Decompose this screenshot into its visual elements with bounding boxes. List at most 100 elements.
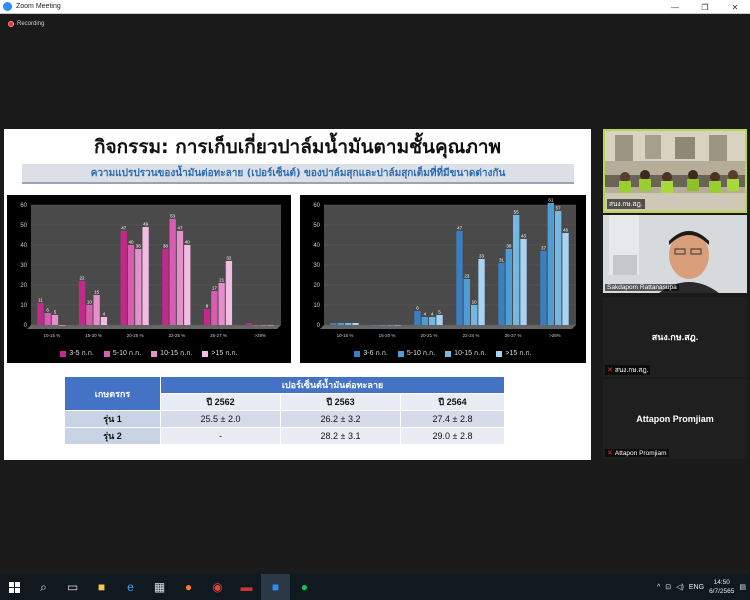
file-explorer-icon[interactable]: ■	[87, 574, 116, 600]
recording-indicator[interactable]: Recording	[8, 21, 44, 27]
x-tick-label: 20-25 %	[127, 333, 144, 338]
data-label: 47	[457, 226, 463, 231]
window-titlebar: Zoom Meeting — ❐ ✕	[0, 0, 750, 14]
data-label: 10	[472, 300, 478, 305]
table-row-header: เกษตรกร	[64, 376, 161, 411]
data-label: 47	[121, 226, 127, 231]
bar	[252, 325, 260, 326]
data-label: 55	[514, 210, 520, 215]
bar	[267, 325, 274, 326]
data-label: 46	[563, 228, 569, 233]
line-icon[interactable]: ●	[290, 574, 319, 600]
x-tick-label: 10-15 %	[43, 333, 60, 338]
y-tick-label: 50	[313, 223, 320, 229]
y-tick-label: 40	[20, 243, 27, 249]
bar	[127, 245, 135, 325]
network-icon[interactable]: ⊡	[665, 583, 671, 591]
legend-label: 5-10 ก.ก.	[406, 350, 436, 357]
bar	[456, 231, 463, 325]
mic-muted-icon: ✕	[607, 367, 613, 374]
notifications-icon[interactable]: ▤	[739, 583, 746, 591]
legend-item: 3-6 ก.ก.	[354, 348, 388, 359]
store-icon[interactable]: ▦	[145, 574, 174, 600]
maximize-button[interactable]: ❐	[690, 0, 720, 14]
data-label: 15	[94, 290, 100, 295]
x-tick-label: 10-15 %	[337, 333, 354, 338]
chevron-up-icon[interactable]: ^	[657, 584, 660, 591]
table-row: รุ่น 2 - 28.2 ± 3.1 29.0 ± 2.8	[64, 427, 505, 445]
bar	[245, 323, 252, 325]
volume-icon[interactable]: ◁)	[676, 583, 684, 591]
bar	[540, 251, 547, 325]
plot-floor	[320, 325, 576, 329]
data-label: 38	[163, 244, 169, 249]
bar	[78, 281, 86, 325]
task-view-icon[interactable]: ▭	[58, 574, 87, 600]
bar	[211, 291, 218, 325]
chrome-icon[interactable]: ◉	[203, 574, 232, 600]
search-icon[interactable]: ⌕	[29, 574, 58, 600]
table-year-header: ปี 2562	[160, 393, 281, 411]
close-button[interactable]: ✕	[720, 0, 750, 14]
oil-percentage-table: เกษตรกร เปอร์เซ็นต์น้ำมันต่อทะลาย ปี 256…	[64, 376, 505, 445]
chart-right-legend: 3-6 ก.ก. 5-10 ก.ก. 10-15 ก.ก. >15 ก.ก.	[300, 348, 586, 359]
bar	[203, 309, 211, 325]
legend-item: >15 ก.ก.	[202, 348, 238, 359]
x-tick-label: 25-27 %	[505, 333, 522, 338]
participant-name: Sakdapom Rattanasupa	[605, 284, 679, 291]
clock-date: 6/7/2565	[709, 588, 735, 595]
participant-name: ✕ Attapon Promjiam	[605, 449, 669, 457]
plot-floor	[27, 325, 281, 329]
zoom-taskbar-icon[interactable]: ■	[261, 574, 290, 600]
language-indicator[interactable]: ENG	[689, 584, 704, 591]
app-icon[interactable]: ▬	[232, 574, 261, 600]
bar	[218, 283, 225, 325]
participant-tile[interactable]: สนง.กษ.สฎ.	[603, 129, 747, 213]
data-label: 11	[38, 298, 43, 303]
clock[interactable]: 14:50 6/7/2565	[709, 578, 734, 596]
table-year-header: ปี 2563	[280, 393, 401, 411]
x-tick-label: 15-20 %	[379, 333, 396, 338]
bar	[169, 219, 176, 325]
data-label: 57	[556, 206, 562, 211]
x-tick-label: 25-27 %	[210, 333, 227, 338]
x-tick-label: 22-24 %	[463, 333, 480, 338]
bar	[162, 249, 169, 325]
participant-tile[interactable]: สนง.กษ.สฎ. ✕ สนง.กษ.สฎ.	[603, 297, 747, 377]
data-label: 38	[506, 244, 512, 249]
participant-tile[interactable]: Sakdapom Rattanasupa	[603, 215, 747, 293]
data-label: 40	[185, 240, 191, 245]
table-cell: 29.0 ± 2.8	[400, 427, 505, 445]
bar	[44, 313, 51, 325]
y-tick-label: 20	[20, 283, 27, 289]
data-label: 17	[212, 286, 218, 291]
bar	[547, 203, 554, 325]
chart-right-plot: 010203040506010-15 % 15-20 %64 4 520-21 %47…	[313, 198, 576, 338]
edge-icon[interactable]: e	[116, 574, 145, 600]
x-tick-label: 22-25 %	[168, 333, 185, 338]
firefox-icon[interactable]: ●	[174, 574, 203, 600]
bar	[135, 249, 142, 325]
data-label: 21	[219, 278, 225, 283]
chart-left-plot: 0102030405060116 510-15 %221015415-20 %47…	[20, 203, 281, 338]
legend-swatch	[60, 350, 67, 357]
bar	[421, 317, 428, 325]
bar	[520, 239, 527, 325]
zoom-app-icon	[3, 2, 12, 11]
y-tick-label: 40	[313, 243, 320, 249]
minimize-button[interactable]: —	[660, 0, 690, 14]
chart-right: 0 10 20 30 40 50 60 10-15 % 15-20 % 6 4 4 5 20-21 % 47…	[300, 195, 586, 363]
window-controls: — ❐ ✕	[660, 0, 750, 14]
bar	[498, 263, 505, 325]
table-year-header: ปี 2564	[400, 393, 505, 411]
start-button[interactable]	[0, 574, 29, 600]
data-label: 37	[541, 246, 547, 251]
bar	[555, 211, 562, 325]
x-tick-label: >28%	[254, 333, 266, 338]
participant-tile[interactable]: Attapon Promjiam ✕ Attapon Promjiam	[603, 379, 747, 459]
bar	[86, 305, 93, 325]
data-label: 38	[136, 244, 142, 249]
legend-swatch	[445, 350, 452, 357]
bar	[394, 325, 401, 326]
legend-item: 5-10 ก.ก.	[103, 348, 141, 359]
